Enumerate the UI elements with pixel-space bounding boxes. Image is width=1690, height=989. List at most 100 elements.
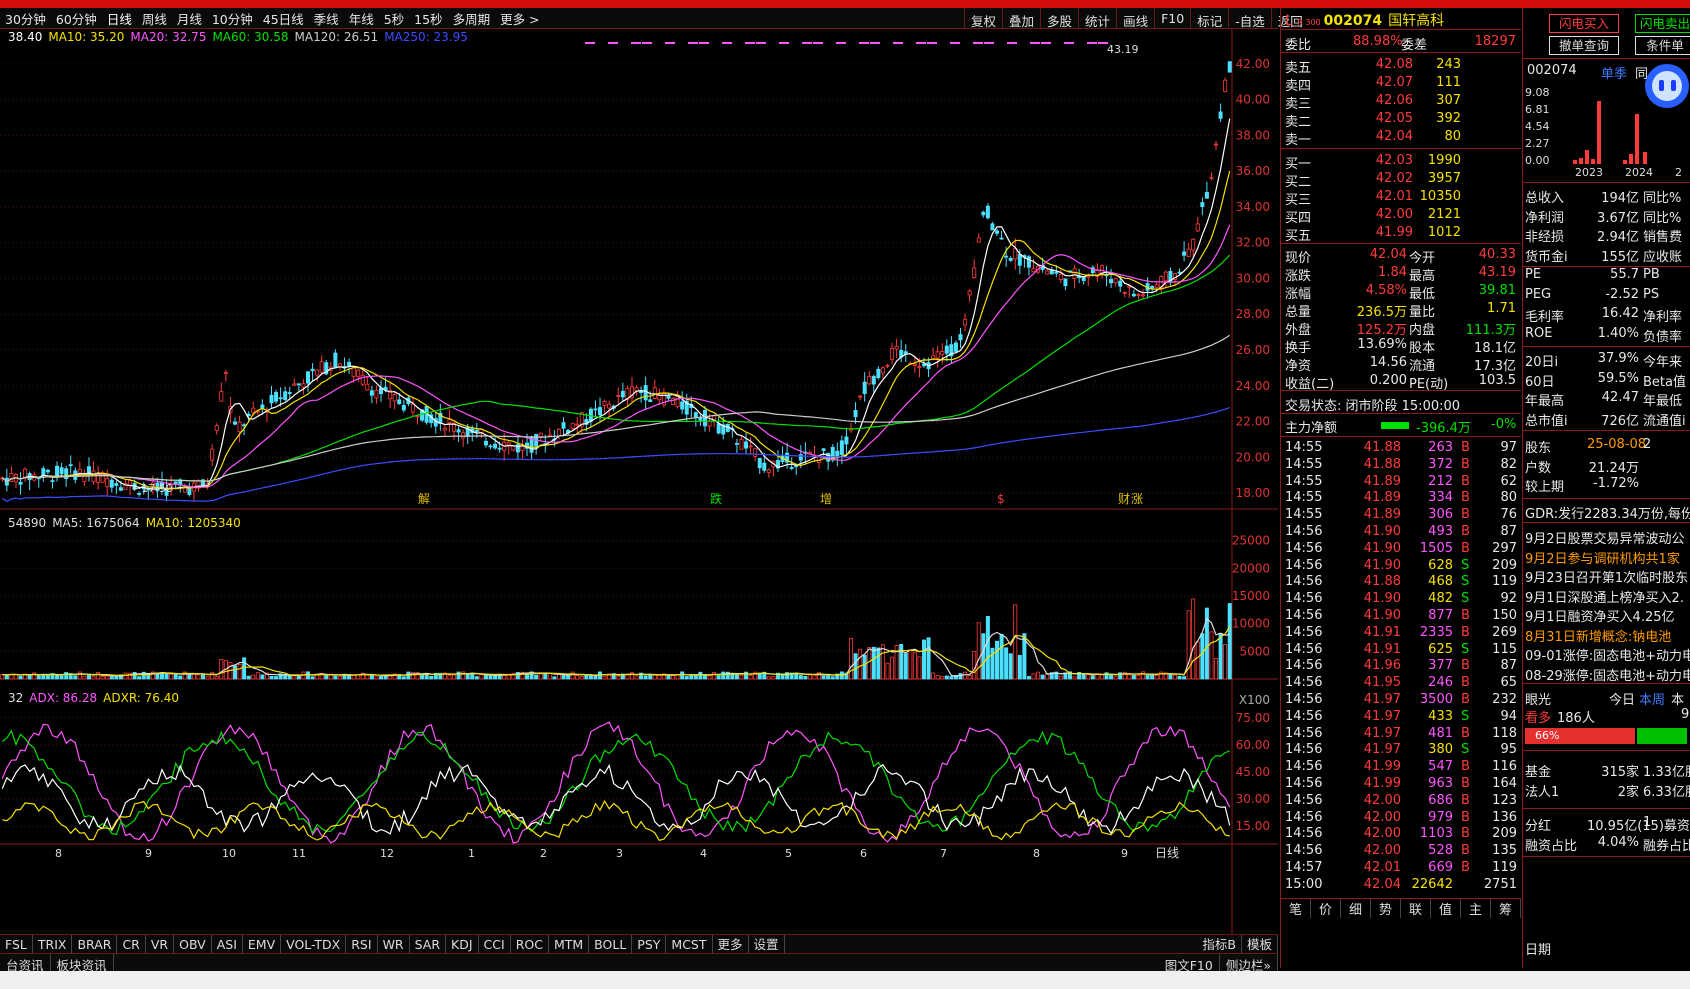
period-6[interactable]: 45日线	[258, 9, 309, 28]
tool-button-5[interactable]: F10	[1154, 8, 1190, 29]
signal-dot	[870, 42, 880, 44]
right-tab-0[interactable]: 笔	[1281, 899, 1311, 918]
volume-bar	[401, 676, 406, 680]
indicator-tab-10[interactable]: WR	[378, 934, 410, 954]
assistant-robot-icon[interactable]	[1641, 58, 1690, 118]
event-mark[interactable]: 涨	[1131, 491, 1143, 506]
divider	[1281, 390, 1521, 391]
candle-body	[1223, 79, 1228, 92]
flash-buy-button[interactable]: 闪电买入	[1549, 14, 1619, 33]
news-item[interactable]: 9月2日股票交易异常波动公	[1525, 527, 1690, 547]
tick-row-cell: 65	[1500, 675, 1517, 691]
period-0[interactable]: 30分钟	[0, 9, 51, 28]
tool-button-4[interactable]: 画线	[1116, 8, 1154, 29]
indicator-tab-8[interactable]: VOL-TDX	[281, 934, 347, 954]
period-5[interactable]: 10分钟	[207, 9, 258, 28]
indicator-tab-16[interactable]: BOLL	[589, 934, 633, 954]
bid-row-cell: 10350	[1419, 189, 1461, 204]
tick-row-cell: 42.01	[1363, 860, 1401, 875]
candle-body	[757, 457, 762, 469]
bottom-right-0[interactable]: 图文F10	[1159, 954, 1220, 973]
kline-chart[interactable]: 42.00 40.00 38.00 36.00 34.00 32.00 30.00 28.00…	[0, 29, 1278, 935]
indicator-tab-2[interactable]: BRAR	[72, 934, 118, 954]
indicator-tab-20[interactable]: 设置	[749, 934, 785, 954]
period-10[interactable]: 15秒	[409, 9, 447, 28]
ask-row-cell: 42.07	[1375, 75, 1413, 90]
indicator-tab-18[interactable]: MCST	[666, 934, 713, 954]
indicator-tab-11[interactable]: SAR	[410, 934, 447, 954]
news-item[interactable]: 9月1日深股通上榜净买入2.	[1525, 586, 1690, 606]
news-item[interactable]: 08-29涨停:固态电池+动力电	[1525, 664, 1690, 684]
period-3[interactable]: 周线	[137, 9, 172, 28]
tool-button-2[interactable]: 多股	[1040, 8, 1078, 29]
indicator-tab-13[interactable]: CCI	[479, 934, 511, 954]
indicator-tab-1[interactable]: TRIX	[33, 934, 73, 954]
volume-bar	[269, 675, 274, 680]
period-2[interactable]: 日线	[102, 9, 137, 28]
price-tick: 36.00	[1236, 164, 1270, 178]
indicator-tab-7[interactable]: EMV	[243, 934, 282, 954]
volume-bar	[1154, 674, 1159, 680]
indicator-tab-19[interactable]: 更多	[713, 934, 749, 954]
right-tab-1[interactable]: 价	[1311, 899, 1341, 918]
bid-row: 买一 42.03 1990	[1281, 152, 1521, 172]
period-9[interactable]: 5秒	[379, 9, 409, 28]
tool-button-3[interactable]: 统计	[1078, 8, 1116, 29]
indicator-tab-15[interactable]: MTM	[549, 934, 590, 954]
tick-row-cell: 14:56	[1285, 708, 1323, 724]
tool-button-1[interactable]: 叠加	[1002, 8, 1040, 29]
right-tab-4[interactable]: 联	[1401, 899, 1431, 918]
event-mark[interactable]: $	[997, 492, 1005, 506]
period-4[interactable]: 月线	[172, 9, 207, 28]
event-mark[interactable]: 解	[418, 492, 430, 506]
tool-button-0[interactable]: 复权	[964, 8, 1002, 29]
period-1[interactable]: 60分钟	[51, 9, 102, 28]
indicator-tab-4[interactable]: VR	[146, 934, 175, 954]
news-tab-0[interactable]: 台资讯	[0, 954, 51, 973]
news-tab-1[interactable]: 板块资讯	[51, 954, 114, 973]
tool-button-6[interactable]: 标记	[1190, 8, 1228, 29]
indicator-tab-12[interactable]: KDJ	[446, 934, 479, 954]
candle-body	[762, 462, 767, 471]
indicator-tab-9[interactable]: RSI	[346, 934, 378, 954]
news-item[interactable]: 9月1日融资净买入4.25亿	[1525, 605, 1690, 625]
right-tab-7[interactable]: 筹	[1491, 899, 1521, 918]
indicator-tab-6[interactable]: ASI	[212, 934, 243, 954]
volume-bar	[890, 656, 895, 680]
event-mark[interactable]: 财	[1118, 492, 1130, 506]
indicator-tab-0[interactable]: FSL	[0, 934, 33, 954]
indicator-tab-5[interactable]: OBV	[174, 934, 212, 954]
ind-right-1[interactable]: 模板	[1242, 934, 1278, 954]
flash-sell-button[interactable]: 闪电卖出	[1635, 14, 1690, 33]
news-item[interactable]: 8月31日新增概念:钠电池	[1525, 625, 1690, 645]
right-tab-6[interactable]: 主	[1461, 899, 1491, 918]
fin-season[interactable]: 单季	[1601, 63, 1627, 82]
right-tab-5[interactable]: 值	[1431, 899, 1461, 918]
news-item[interactable]: 9月23日召开第1次临时股东	[1525, 566, 1690, 586]
tick-row-cell: 41.91	[1363, 624, 1401, 640]
bottom-right-1[interactable]: 侧边栏»	[1220, 954, 1278, 973]
period-11[interactable]: 多周期	[448, 9, 496, 28]
tool-button-7[interactable]: -自选	[1228, 8, 1271, 29]
event-mark[interactable]: 增	[820, 492, 832, 506]
event-mark[interactable]: 跌	[710, 491, 722, 506]
volume-bar	[292, 676, 297, 680]
condition-order-button[interactable]: 条件单	[1635, 36, 1690, 55]
indicator-tab-3[interactable]: CR	[117, 934, 146, 954]
indicator-tab-17[interactable]: PSY	[632, 934, 667, 954]
candle-body	[347, 361, 352, 367]
tick-row-cell: 212	[1428, 473, 1453, 489]
right-tab-3[interactable]: 势	[1371, 899, 1401, 918]
cancel-order-button[interactable]: 撤单查询	[1549, 36, 1619, 55]
news-item[interactable]: 09-01涨停:固态电池+动力电	[1525, 644, 1690, 664]
chart-area[interactable]: 42.00 40.00 38.00 36.00 34.00 32.00 30.00 28.00…	[0, 29, 1278, 935]
candle-body	[753, 448, 758, 457]
news-item[interactable]: 9月2日参与调研机构共1家	[1525, 547, 1690, 567]
period-7[interactable]: 季线	[309, 9, 344, 28]
candle-body	[739, 438, 744, 450]
period-12[interactable]: 更多 >	[495, 9, 544, 28]
period-8[interactable]: 年线	[344, 9, 379, 28]
indicator-tab-14[interactable]: ROC	[511, 934, 549, 954]
right-tab-2[interactable]: 细	[1341, 899, 1371, 918]
ind-right-0[interactable]: 指标B	[1197, 934, 1242, 954]
